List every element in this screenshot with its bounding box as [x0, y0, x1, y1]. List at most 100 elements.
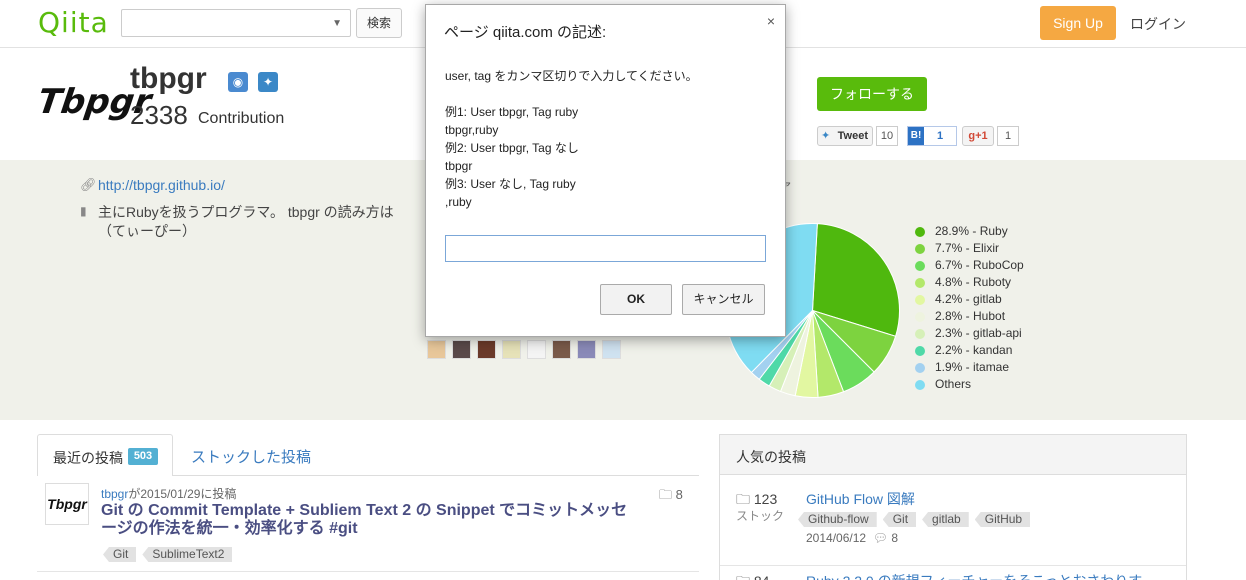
follower-avatar[interactable] — [552, 340, 571, 359]
follower-avatar[interactable] — [577, 340, 596, 359]
legend-swatch — [915, 346, 925, 356]
legend-swatch — [915, 244, 925, 254]
legend-label: Others — [935, 377, 972, 391]
post-stock-count-value: 8 — [675, 487, 683, 502]
tag[interactable]: gitlab — [922, 512, 969, 527]
legend-label: 4.2% - gitlab — [935, 292, 1002, 306]
follower-avatar[interactable] — [427, 340, 446, 359]
legend-swatch — [915, 380, 925, 390]
tag[interactable]: Git — [882, 512, 917, 527]
popular-comment-count: 8 — [891, 531, 898, 545]
legend-swatch — [915, 278, 925, 288]
legend-item: 2.3% - gitlab-api — [915, 326, 1024, 343]
legend-swatch — [915, 261, 925, 271]
legend-swatch — [915, 363, 925, 373]
tag[interactable]: Git — [103, 547, 137, 562]
legend-label: 2.8% - Hubot — [935, 309, 1006, 323]
follower-avatar[interactable] — [527, 340, 546, 359]
qiita-logo[interactable]: Qiita — [38, 6, 109, 39]
dialog-message: user, tag をカンマ区切りで入力してください。 例1: User tbp… — [445, 69, 698, 209]
follower-avatar[interactable] — [602, 340, 621, 359]
hatena-bookmark-button[interactable]: B! 1 — [907, 126, 957, 146]
legend-label: 1.9% - itamae — [935, 360, 1010, 374]
legend-item: 2.8% - Hubot — [915, 309, 1024, 326]
legend-swatch — [915, 295, 925, 305]
legend-item: 4.2% - gitlab — [915, 292, 1024, 309]
legend-item: 6.7% - RuboCop — [915, 258, 1024, 275]
tag[interactable]: SublimeText2 — [142, 547, 233, 562]
follow-button[interactable]: フォローする — [817, 77, 927, 111]
legend-label: 6.7% - RuboCop — [935, 258, 1024, 272]
post-meta-text: が2015/01/29に投稿 — [128, 487, 237, 501]
post-stock-count: 🗀︎ 8 — [659, 486, 683, 508]
follower-avatar[interactable] — [452, 340, 471, 359]
tag[interactable]: GitHub — [974, 512, 1031, 527]
tab-stocked-posts[interactable]: ストックした投稿 — [191, 446, 311, 467]
book-icon: ▮ — [80, 204, 87, 218]
recent-count-badge: 503 — [128, 448, 158, 465]
legend-item: Others — [915, 377, 1024, 394]
popular-post-tags: Github-flow Git gitlab GitHub — [798, 511, 1036, 527]
search-select[interactable]: ▼ — [121, 9, 351, 37]
github-icon[interactable]: ◉ — [228, 72, 248, 92]
legend-label: 2.2% - kandan — [935, 343, 1013, 357]
popular-stock-count-value: 123 — [753, 491, 778, 507]
ok-button[interactable]: OK — [600, 284, 672, 315]
legend-item: 1.9% - itamae — [915, 360, 1024, 377]
dialog-title: ページ qiita.com の記述: — [444, 24, 607, 41]
legend-item: 28.9% - Ruby — [915, 224, 1024, 241]
legend-swatch — [915, 329, 925, 339]
post-meta: tbpgrが2015/01/29に投稿 — [101, 485, 236, 502]
contribution-count: 2338 — [130, 100, 188, 130]
prompt-dialog: ページ qiita.com の記述: × user, tag をカンマ区切りで入… — [425, 4, 786, 337]
tag[interactable]: Github-flow — [798, 512, 877, 527]
close-icon[interactable]: × — [767, 13, 775, 29]
signup-button[interactable]: Sign Up — [1040, 6, 1116, 40]
popular-post-title[interactable]: Ruby 2.2.0 の新規フィーチャーをそこっとおさわりす — [806, 571, 1142, 580]
tab-recent-posts[interactable]: 最近の投稿 503 — [37, 434, 173, 476]
follower-avatar[interactable] — [477, 340, 496, 359]
dialog-input[interactable] — [445, 235, 766, 262]
popular-header: 人気の投稿 — [720, 435, 1186, 475]
tweet-count: 10 — [876, 126, 898, 146]
legend-item: 7.7% - Elixir — [915, 241, 1024, 258]
folder-icon: 🗀︎ — [736, 491, 750, 507]
post-author-link[interactable]: tbpgr — [101, 487, 128, 501]
comment-icon: 💬︎ — [872, 531, 888, 545]
contribution-label: Contribution — [198, 110, 285, 127]
legend-swatch — [915, 227, 925, 237]
legend-swatch — [915, 312, 925, 322]
popular-stock-label: ストック — [736, 509, 785, 523]
popular-stock-count: 🗀︎ 84 — [736, 571, 769, 580]
search-button[interactable]: 検索 — [356, 8, 402, 38]
legend-label: 7.7% - Elixir — [935, 241, 1000, 255]
follower-avatar[interactable] — [502, 340, 521, 359]
post-author-avatar[interactable]: Tbpgr — [45, 483, 89, 525]
popular-post-date-value: 2014/06/12 — [806, 531, 867, 545]
gplus-count: 1 — [997, 126, 1019, 146]
profile-bio: 主にRubyを扱うプログラマ。 tbpgr の読み方は（てぃーぴー） — [98, 204, 394, 239]
legend-item: 4.8% - Ruboty — [915, 275, 1024, 292]
post-title-link[interactable]: Git の Commit Template + Subliem Text 2 の… — [101, 502, 631, 538]
hatena-count: 1 — [936, 130, 944, 142]
tweet-label: Tweet — [837, 130, 868, 142]
legend-label: 28.9% - Ruby — [935, 224, 1008, 238]
tab-recent-label: 最近の投稿 — [53, 450, 123, 466]
twitter-bird-icon: ✦ — [821, 130, 831, 142]
profile-url-link[interactable]: http://tbpgr.github.io/ — [98, 177, 225, 193]
popular-stock-count-value: 84 — [754, 573, 770, 580]
gplus-button[interactable]: g+1 — [962, 126, 994, 146]
post-tags: Git SublimeText2 — [103, 546, 238, 562]
legend-label: 2.3% - gitlab-api — [935, 326, 1022, 340]
post-divider — [37, 571, 699, 572]
tweet-button[interactable]: ✦ Tweet — [817, 126, 873, 146]
popular-divider — [720, 565, 1186, 566]
popular-posts-panel: 人気の投稿 🗀︎ 123 ストック GitHub Flow 図解 Github-… — [719, 434, 1187, 580]
legend-item: 2.2% - kandan — [915, 343, 1024, 360]
popular-heading: 人気の投稿 — [736, 449, 806, 465]
cancel-button[interactable]: キャンセル — [682, 284, 765, 315]
twitter-icon[interactable]: ✦ — [258, 72, 278, 92]
login-link[interactable]: ログイン — [1130, 14, 1186, 34]
folder-icon: 🗀︎ — [659, 487, 673, 502]
popular-post-title[interactable]: GitHub Flow 図解 — [806, 489, 915, 509]
